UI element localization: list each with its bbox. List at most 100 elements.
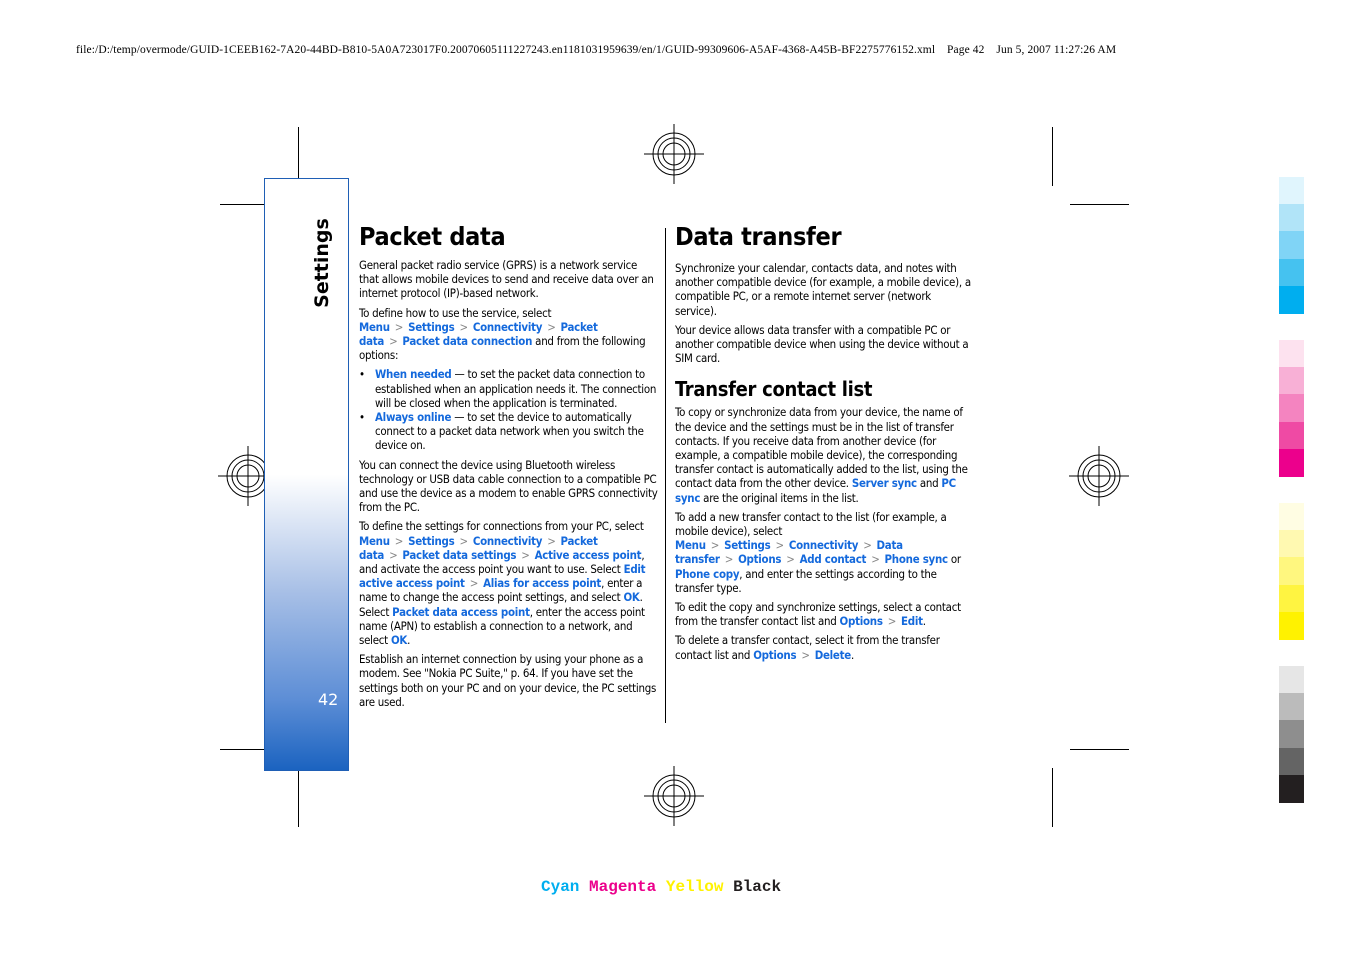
yellow-swatch [1279, 557, 1304, 586]
ok-option[interactable]: OK [623, 590, 639, 604]
chevron-right-icon: > [469, 576, 479, 591]
magenta-swatch [1279, 448, 1304, 477]
data-transfer-title: Data transfer [675, 222, 842, 251]
menu-path-item[interactable]: Options [753, 648, 796, 662]
cyan-label: Cyan [541, 878, 580, 896]
modem-paragraph: Establish an internet connection by usin… [359, 652, 657, 709]
transfer-contact-list-title: Transfer contact list [675, 377, 873, 402]
menu-path-item[interactable]: Connectivity [473, 320, 543, 334]
cyan-swatch [1279, 204, 1304, 233]
data-transfer-section: Data transfer Synchronize your calendar,… [675, 222, 975, 667]
server-sync-item[interactable]: Server sync [852, 476, 917, 490]
cyan-swatch [1279, 177, 1304, 205]
chevron-right-icon: > [459, 319, 468, 334]
cyan-swatch [1279, 231, 1304, 260]
contact-list-paragraph: To copy or synchronize data from your de… [675, 405, 968, 505]
yellow-swatch [1279, 530, 1304, 559]
menu-path-item[interactable]: Options [840, 614, 883, 628]
packet-data-section: Packet data General packet radio service… [359, 222, 659, 714]
column-divider [665, 228, 666, 723]
crop-mark [1052, 127, 1053, 186]
magenta-label: Magenta [589, 878, 657, 896]
print-header: file:/D:/temp/overmode/GUID-1CEEB162-7A2… [76, 44, 1116, 56]
menu-path-item[interactable]: Menu [675, 538, 706, 552]
chevron-right-icon: > [389, 547, 398, 562]
chevron-right-icon: > [786, 552, 795, 567]
chapter-tab-label: Settings [311, 218, 333, 308]
black-swatch [1279, 666, 1304, 694]
packet-data-intro: General packet radio service (GPRS) is a… [359, 258, 654, 301]
black-swatch [1279, 693, 1304, 722]
magenta-swatch [1279, 340, 1304, 368]
sim-paragraph: Your device allows data transfer with a … [675, 322, 969, 366]
chevron-right-icon: > [521, 547, 530, 562]
chevron-right-icon: > [887, 614, 897, 629]
chapter-tab [264, 178, 349, 771]
chevron-right-icon: > [394, 533, 404, 548]
cyan-swatch [1279, 258, 1304, 287]
yellow-swatch [1279, 503, 1304, 531]
crop-mark [298, 768, 299, 827]
print-timestamp: Jun 5, 2007 11:27:26 AM [996, 44, 1117, 56]
menu-path-item[interactable]: Connectivity [789, 538, 859, 552]
option-name[interactable]: When needed [375, 367, 452, 381]
page-number: 42 [318, 690, 339, 709]
yellow-swatch [1279, 611, 1304, 640]
chevron-right-icon: > [389, 334, 398, 349]
chevron-right-icon: > [394, 319, 404, 334]
cyan-swatch [1279, 285, 1304, 314]
list-item: Always online — to set the device to aut… [359, 410, 659, 453]
menu-path-item[interactable]: Options [738, 552, 781, 566]
menu-path-item[interactable]: Settings [408, 534, 455, 548]
chevron-right-icon: > [710, 538, 720, 553]
black-swatch [1279, 747, 1304, 776]
file-path: file:/D:/temp/overmode/GUID-1CEEB162-7A2… [76, 44, 936, 56]
add-contact-paragraph: To add a new transfer contact to the lis… [675, 509, 961, 595]
chevron-right-icon: > [547, 533, 556, 548]
crop-mark [1052, 768, 1053, 827]
list-item: When needed — to set the packet data con… [359, 367, 659, 410]
menu-path-item[interactable]: Menu [359, 534, 390, 548]
menu-path-item[interactable]: Add contact [800, 552, 867, 566]
menu-path-item[interactable]: Settings [724, 538, 771, 552]
menu-path-item[interactable]: Packet data access point [392, 605, 530, 619]
bluetooth-paragraph: You can connect the device using Bluetoo… [359, 457, 658, 515]
edit-contact-paragraph: To edit the copy and synchronize setting… [675, 600, 961, 629]
menu-path-item[interactable]: Packet data connection [402, 334, 532, 348]
menu-path-item[interactable]: Connectivity [473, 534, 543, 548]
menu-path-item[interactable]: Menu [359, 320, 390, 334]
registration-mark-icon [1069, 446, 1129, 506]
page-label: Page 42 [947, 44, 985, 56]
chevron-right-icon: > [459, 533, 468, 548]
menu-path-item[interactable]: Alias for access point [483, 576, 601, 590]
menu-path-item[interactable]: Phone sync [885, 552, 949, 566]
black-label: Black [733, 878, 782, 896]
ok-option[interactable]: OK [391, 633, 407, 647]
define-usage-paragraph: To define how to use the service, select… [359, 305, 646, 363]
chevron-right-icon: > [724, 552, 734, 567]
menu-path-item[interactable]: Delete [815, 648, 852, 662]
menu-path-item[interactable]: Edit [901, 614, 923, 628]
option-name[interactable]: Always online [375, 410, 451, 424]
pc-settings-paragraph: To define the settings for connections f… [359, 519, 646, 648]
chevron-right-icon: > [863, 538, 872, 553]
magenta-swatch [1279, 421, 1304, 450]
cmyk-label: Cyan Magenta Yellow Black [541, 878, 781, 896]
data-transfer-intro: Synchronize your calendar, contacts data… [675, 261, 971, 318]
magenta-swatch [1279, 367, 1304, 396]
black-swatch [1279, 720, 1304, 749]
magenta-swatch [1279, 394, 1304, 423]
chevron-right-icon: > [547, 319, 556, 334]
crop-mark [1070, 749, 1129, 750]
chevron-right-icon: > [871, 552, 880, 567]
registration-mark-icon [644, 766, 704, 826]
menu-path-item[interactable]: Packet data settings [402, 548, 516, 562]
menu-path-item[interactable]: Active access point [535, 548, 642, 562]
menu-path-item[interactable]: Phone copy [675, 567, 740, 581]
menu-path-item[interactable]: Settings [408, 320, 455, 334]
delete-contact-paragraph: To delete a transfer contact, select it … [675, 633, 940, 662]
chevron-right-icon: > [775, 538, 784, 553]
yellow-swatch [1279, 584, 1304, 613]
connection-options-list: When needed — to set the packet data con… [359, 367, 659, 452]
packet-data-title: Packet data [359, 222, 506, 251]
